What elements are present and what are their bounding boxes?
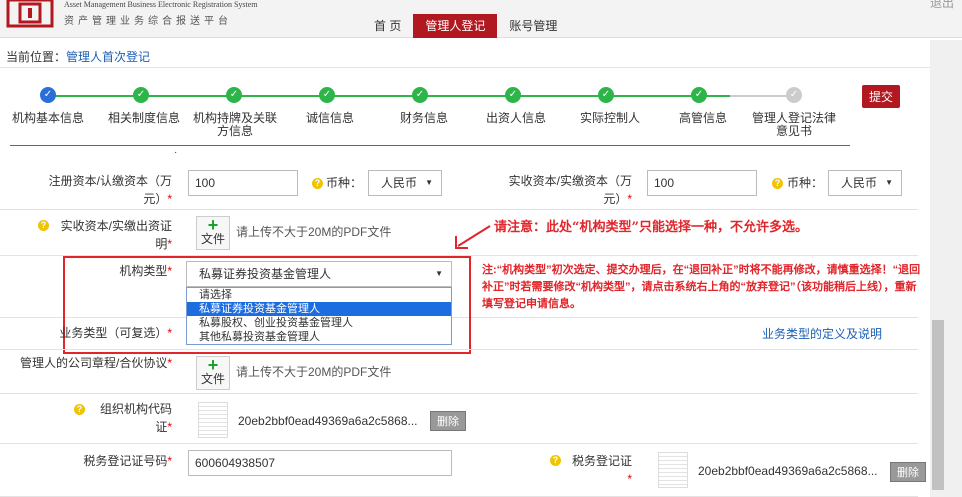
step-8-icon[interactable]: ✓ (691, 87, 707, 103)
logo-chinese-text: 资产管理业务综合报送平台 (64, 16, 232, 27)
articles-label: 管理人的公司章程/合伙协议* (19, 356, 172, 370)
step-2-icon[interactable]: ✓ (133, 87, 149, 103)
notice-short: 请注意：此处“机构类型”只能选择一种，不允许多选。 (494, 220, 808, 235)
step-3-icon[interactable]: ✓ (226, 87, 242, 103)
file-thumbnail[interactable] (658, 452, 688, 488)
step-1-icon[interactable]: ✓ (40, 87, 56, 103)
step-label-integrity-info[interactable]: 诚信信息 (282, 112, 378, 125)
upload-button[interactable]: + 文件 (196, 216, 230, 250)
upload-button[interactable]: + 文件 (196, 356, 230, 390)
step-7-icon[interactable]: ✓ (598, 87, 614, 103)
reg-capital-input[interactable]: 100 (188, 170, 298, 196)
step-label-legal-opinion[interactable]: 管理人登记法律意见书 (752, 112, 836, 138)
currency-value: 人民币 (381, 176, 418, 190)
upload-hint: 请上传不大于20M的PDF文件 (236, 225, 392, 239)
biz-type-help-link[interactable]: 业务类型的定义及说明 (762, 325, 882, 342)
help-icon[interactable]: ? (772, 178, 783, 189)
breadcrumb-prefix: 当前位置： (6, 50, 67, 64)
dots: · (174, 147, 178, 158)
step-label-investor-info[interactable]: 出资人信息 (468, 112, 564, 125)
delete-button[interactable]: 删除 (890, 462, 926, 482)
biz-type-label: 业务类型（可复选）* (59, 326, 172, 340)
step-label-controller-info[interactable]: 实际控制人 (562, 112, 658, 125)
help-icon[interactable]: ? (38, 220, 49, 231)
step-9-icon[interactable]: ✓ (786, 87, 802, 103)
step-label-financial-info[interactable]: 财务信息 (376, 112, 472, 125)
divider (0, 67, 930, 68)
notice-long: 注:“机构类型”初次选定、提交办理后，在“退回补正”时将不能再修改，请慎重选择！… (482, 264, 921, 310)
nav-account-management[interactable]: 账号管理 (497, 14, 569, 38)
tax-no-input[interactable]: 600604938507 (188, 450, 452, 476)
breadcrumb-link[interactable]: 管理人首次登记 (66, 50, 150, 64)
submit-button[interactable]: 提交 (862, 85, 901, 108)
delete-button[interactable]: 删除 (430, 411, 466, 431)
top-bar: Asset Management Business Electronic Reg… (0, 0, 962, 38)
reg-capital-label: 注册资本/认缴资本（万元）* (48, 174, 172, 206)
nav-home[interactable]: 首 页 (362, 14, 413, 38)
step-label-basic-info[interactable]: 机构基本信息 (0, 112, 96, 125)
paid-capital-input[interactable]: 100 (647, 170, 757, 196)
scrollbar-thumb[interactable] (932, 320, 944, 490)
currency2-select[interactable]: 人民币 ▼ (828, 170, 902, 196)
currency2-value: 人民币 (841, 176, 878, 190)
logo-icon (6, 0, 54, 28)
paid-proof-label: 实收资本/实缴出资证明* (60, 219, 172, 251)
org-code-filename[interactable]: 20eb2bbf0ead49369a6a2c5868... (238, 414, 418, 428)
currency-select[interactable]: 人民币 ▼ (368, 170, 442, 196)
plus-icon: + (207, 215, 219, 235)
currency-label: 币种： (326, 176, 363, 190)
step-5-icon[interactable]: ✓ (412, 87, 428, 103)
chevron-down-icon: ▼ (885, 178, 893, 187)
main-nav: 首 页 管理人登记 账号管理 (362, 14, 569, 38)
paid-capital-label: 实收资本/实缴资本（万元）* (508, 174, 632, 206)
tax-cert-filename[interactable]: 20eb2bbf0ead49369a6a2c5868... (698, 464, 878, 478)
chevron-down-icon: ▼ (425, 178, 433, 187)
tax-no-label: 税务登记证号码* (83, 454, 172, 468)
help-icon[interactable]: ? (550, 455, 561, 466)
logout-link[interactable]: 退出 (930, 0, 954, 11)
plus-icon: + (207, 355, 219, 375)
tax-cert-label: 税务登记证* (571, 454, 632, 486)
step-6-icon[interactable]: ✓ (505, 87, 521, 103)
logo-english-text: Asset Management Business Electronic Reg… (64, 0, 258, 9)
help-icon[interactable]: ? (74, 404, 85, 415)
step-label-policy-info[interactable]: 相关制度信息 (96, 112, 192, 125)
file-thumbnail[interactable] (198, 402, 228, 438)
help-icon[interactable]: ? (312, 178, 323, 189)
arrow-icon (455, 225, 491, 249)
org-code-label: 组织机构代码证* (99, 402, 172, 434)
breadcrumb: 当前位置：管理人首次登记 (6, 48, 150, 65)
currency2-label: 币种： (787, 176, 824, 190)
step-label-license-info[interactable]: 机构持牌及关联方信息 (190, 112, 280, 138)
upload-hint: 请上传不大于20M的PDF文件 (236, 365, 392, 379)
steps-underline (10, 145, 850, 146)
step-label-executive-info[interactable]: 高管信息 (655, 112, 751, 125)
nav-manager-registration[interactable]: 管理人登记 (413, 14, 498, 38)
step-4-icon[interactable]: ✓ (319, 87, 335, 103)
